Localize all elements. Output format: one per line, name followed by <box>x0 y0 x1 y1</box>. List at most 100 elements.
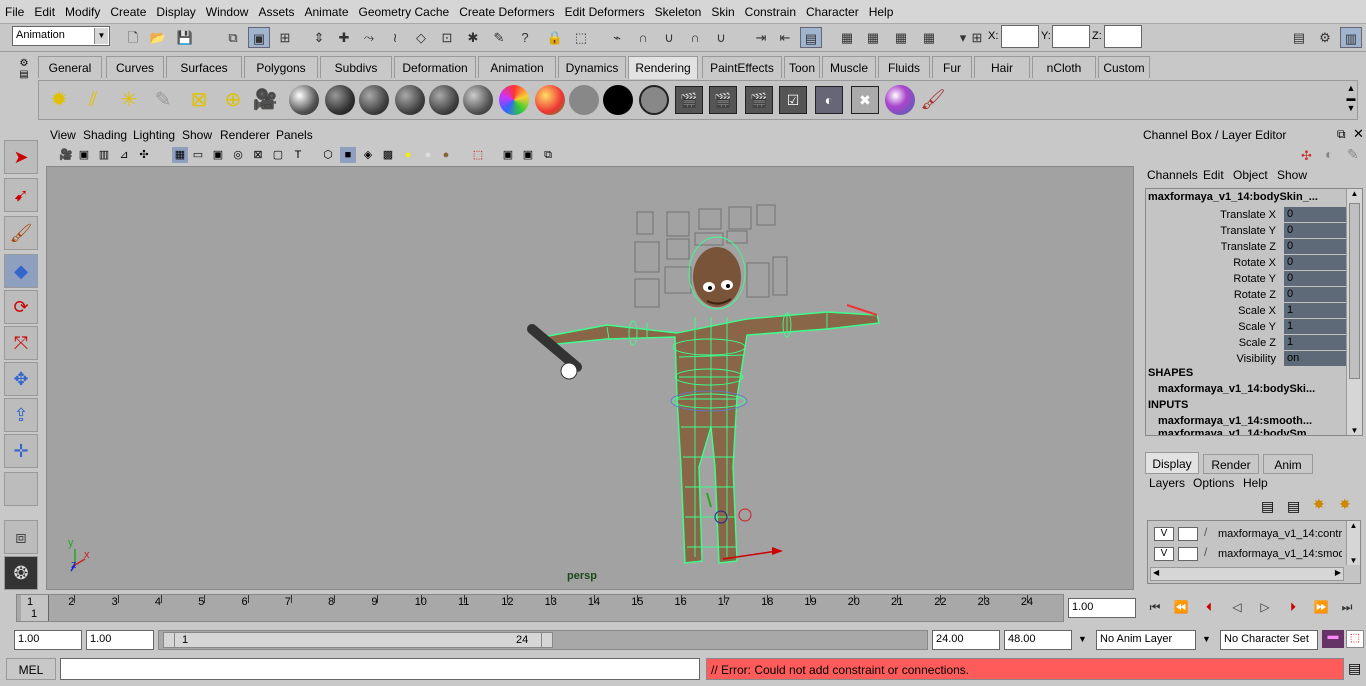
history-icon[interactable]: ✱ <box>462 27 484 48</box>
time-slider[interactable]: 2 3 4 5 6 7 8 9 10 11 12 13 14 15 16 17 18 19 20 21 22 23 24 1 … <box>0 592 1366 624</box>
xray-icon[interactable]: ▣ <box>500 147 516 163</box>
new-layer-icon[interactable]: ▤ <box>1261 498 1274 515</box>
paint-select-icon[interactable]: 🖌 <box>4 216 38 250</box>
play-forwards-icon[interactable]: ▷ <box>1254 600 1276 616</box>
channel-filter-icon[interactable]: ✣ <box>1301 148 1312 164</box>
viewport-persp[interactable]: y x z persp <box>46 166 1134 590</box>
select-hierarchy-icon[interactable]: ⧉ <box>222 27 244 48</box>
rotate-tool-icon[interactable]: ⟳ <box>4 290 38 324</box>
magnet3-icon[interactable]: ∩ <box>684 27 706 48</box>
history-input-icon[interactable]: ✎ <box>488 27 510 48</box>
panel-menu-view[interactable]: View <box>50 128 76 142</box>
go-to-start-icon[interactable]: ⏮ <box>1144 600 1166 616</box>
camera-select-icon[interactable]: 🎥 <box>58 147 74 163</box>
channel-value[interactable]: 0 <box>1284 287 1348 302</box>
film-gate-icon[interactable]: ▭ <box>190 147 206 163</box>
channel-value[interactable]: 0 <box>1284 255 1348 270</box>
shelf-tab-fluids[interactable]: Fluids <box>878 56 930 78</box>
layout-outliner-icon[interactable]: ❂ <box>4 556 38 590</box>
snap-curve-icon[interactable]: ⤳ <box>358 27 380 48</box>
layer-vscrollbar[interactable]: ▲ ▼ <box>1346 521 1360 565</box>
channel-box-icon[interactable]: ▥ <box>1340 27 1362 48</box>
layer-visibility-toggle[interactable]: V <box>1154 547 1174 561</box>
menu-constrain[interactable]: Constrain <box>740 5 801 19</box>
channel-row[interactable]: Translate Y 0 <box>1152 223 1348 239</box>
playback-end-field[interactable]: 24.00 <box>932 630 1000 650</box>
input-node-2[interactable]: maxformaya_v1_14:bodySm... <box>1158 429 1344 435</box>
snap-grid-icon[interactable]: ✚ <box>333 27 355 48</box>
render-settings-shelf-icon[interactable]: ☑ <box>779 86 807 114</box>
character-set-dropdown[interactable]: No Character Set <box>1220 630 1318 650</box>
ambient-light-icon[interactable]: ✹ <box>43 84 75 116</box>
options-menu[interactable]: Options <box>1193 476 1234 490</box>
auto-key-icon[interactable]: ⬚ <box>1346 630 1364 648</box>
shelf-tab-hair[interactable]: Hair <box>974 56 1030 78</box>
shelf-tab-animation[interactable]: Animation <box>478 56 556 78</box>
channel-row[interactable]: Visibility on <box>1152 351 1348 367</box>
point-light-icon[interactable]: ✳ <box>113 84 145 116</box>
ipr-icon[interactable]: 🎬 <box>745 86 773 114</box>
phong-sphere-icon[interactable] <box>395 85 425 115</box>
timeline-track[interactable]: 2 3 4 5 6 7 8 9 10 11 12 13 14 15 16 17 18 19 20 21 22 23 24 1 … <box>16 594 1064 622</box>
layer-visibility-toggle[interactable]: V <box>1154 527 1174 541</box>
xray-joints-icon[interactable]: ▣ <box>520 147 536 163</box>
image-plane-icon[interactable]: ⊿ <box>116 147 132 163</box>
channel-row[interactable]: Translate Z 0 <box>1152 239 1348 255</box>
scroll-right-icon[interactable]: ▶ <box>1335 568 1341 577</box>
y-field[interactable] <box>1052 25 1090 48</box>
layer-star-icon[interactable]: ✸ <box>1313 496 1325 513</box>
current-time-field[interactable]: 1.00 <box>1068 598 1136 618</box>
channel-row[interactable]: Rotate Y 0 <box>1152 271 1348 287</box>
end-time-field[interactable]: 48.00 <box>1004 630 1072 650</box>
chevron-down-icon[interactable]: ▼ <box>1202 634 1211 644</box>
tab-anim[interactable]: Anim <box>1263 454 1313 474</box>
shelf-tab-painteffects[interactable]: PaintEffects <box>702 56 782 78</box>
menu-animate[interactable]: Animate <box>299 5 353 19</box>
panel-menu-renderer[interactable]: Renderer <box>220 128 270 142</box>
wireframe-icon[interactable]: ⬡ <box>320 147 336 163</box>
aniso-sphere-icon[interactable] <box>463 85 493 115</box>
phonge-sphere-icon[interactable] <box>429 85 459 115</box>
chevron-down-icon[interactable]: ▼ <box>1078 634 1087 644</box>
step-forward-key-icon[interactable]: ⏩ <box>1310 600 1332 616</box>
new-scene-icon[interactable]: 🗋 <box>122 27 144 48</box>
show-manip-icon[interactable]: ✛ <box>4 434 38 468</box>
snap-surface-icon[interactable]: ⊡ <box>436 27 458 48</box>
panel-menu-show[interactable]: Show <box>182 128 212 142</box>
select-tool-icon[interactable]: ⬚ <box>570 27 592 48</box>
channel-value[interactable]: 1 <box>1284 335 1348 350</box>
save-scene-icon[interactable]: 💾 <box>174 27 196 48</box>
gate-mask-icon[interactable]: ◎ <box>230 147 246 163</box>
cb-menu-object[interactable]: Object <box>1233 168 1268 182</box>
lock-icon[interactable]: 🔒 <box>544 27 566 48</box>
scroll-down-icon[interactable]: ▼ <box>1347 556 1360 565</box>
tool-settings-icon[interactable]: ⚙ <box>1314 27 1336 48</box>
channel-value[interactable]: 0 <box>1284 207 1348 222</box>
shelf-tab-polygons[interactable]: Polygons <box>244 56 318 78</box>
default-light-icon[interactable]: ● <box>400 147 416 163</box>
blinn-sphere-icon[interactable] <box>325 85 355 115</box>
scroll-thumb[interactable] <box>1349 203 1360 379</box>
shelf-tab-toon[interactable]: Toon <box>784 56 820 78</box>
menu-display[interactable]: Display <box>151 5 200 19</box>
scale-tool-icon[interactable]: ⤧ <box>4 326 38 360</box>
shape-node[interactable]: maxformaya_v1_14:bodySki... <box>1158 383 1344 395</box>
input-field-icon[interactable]: ⊞ <box>966 27 988 48</box>
menu-file[interactable]: File <box>0 5 29 19</box>
render-view-icon[interactable]: 🎬 <box>675 86 703 114</box>
scroll-down-icon[interactable]: ▼ <box>1347 426 1362 435</box>
anim-layer-dropdown[interactable]: No Anim Layer <box>1096 630 1196 650</box>
menu-edit-deformers[interactable]: Edit Deformers <box>560 5 650 19</box>
channel-value[interactable]: 0 <box>1284 223 1348 238</box>
layer-color-icon[interactable]: / <box>1204 545 1207 559</box>
layer-star2-icon[interactable]: ✸ <box>1339 496 1351 513</box>
camera-icon[interactable]: 🎥 <box>249 84 281 116</box>
render-icon[interactable]: 🎬 <box>709 86 737 114</box>
playback-start-field[interactable]: 1.00 <box>86 630 154 650</box>
new-layer-selected-icon[interactable]: ▤ <box>1287 498 1300 515</box>
range-track[interactable]: 1 24 <box>158 630 928 650</box>
shelf-scroll-icon[interactable]: ▲ ▬ ▼ <box>1345 83 1357 117</box>
x-field[interactable] <box>1001 25 1039 48</box>
shelf-tab-fur[interactable]: Fur <box>932 56 972 78</box>
field-chart-icon[interactable]: ⊠ <box>250 147 266 163</box>
